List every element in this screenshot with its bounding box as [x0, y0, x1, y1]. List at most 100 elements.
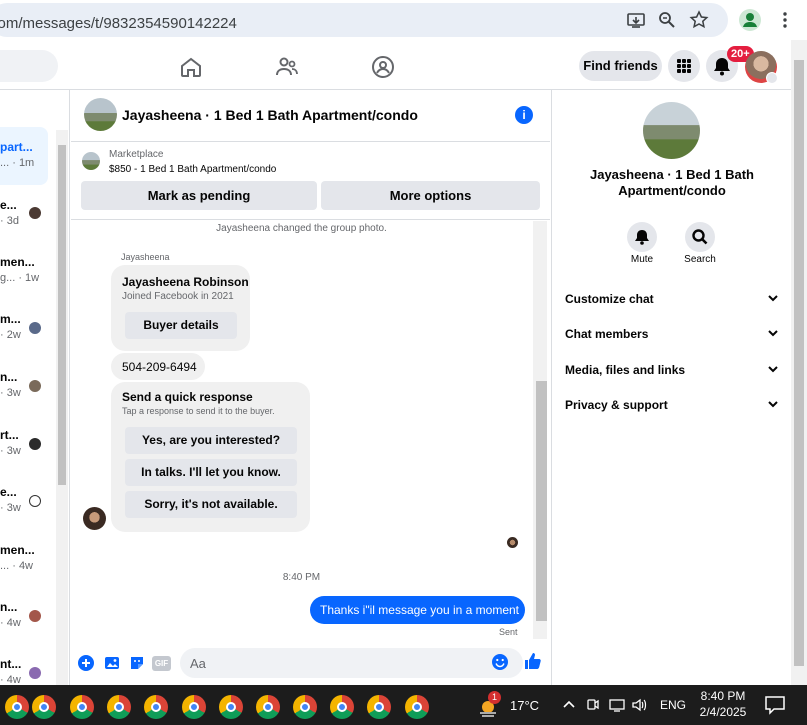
- chrome-taskbar-icon[interactable]: [405, 695, 429, 719]
- gif-button[interactable]: GIF: [152, 656, 171, 671]
- thread-title: n...: [0, 370, 18, 384]
- details-title: Jayasheena · 1 Bed 1 Bath Apartment/cond…: [589, 167, 755, 198]
- meet-now-icon[interactable]: [585, 697, 601, 713]
- menu-button[interactable]: [668, 50, 700, 82]
- thread-list-scroll-thumb[interactable]: [58, 145, 66, 485]
- message-list-scroll-thumb[interactable]: [536, 381, 547, 621]
- groups-icon[interactable]: [371, 55, 395, 79]
- input-language[interactable]: ENG: [660, 698, 686, 712]
- group-photo-large[interactable]: [643, 102, 700, 159]
- thread-item[interactable]: e... · 3d: [0, 198, 56, 258]
- message-input-placeholder: Aa: [190, 656, 206, 671]
- read-receipt-avatar: [507, 537, 518, 548]
- chrome-taskbar-icon[interactable]: [182, 695, 206, 719]
- thread-title: nt...: [0, 657, 22, 671]
- thread-item[interactable]: e... · 3w: [0, 485, 56, 545]
- find-friends-button[interactable]: Find friends: [579, 51, 662, 81]
- listing-description[interactable]: $850 - 1 Bed 1 Bath Apartment/condo: [109, 164, 276, 175]
- url-text[interactable]: com/messages/t/9832354590142224: [0, 15, 237, 32]
- friends-icon[interactable]: [275, 55, 299, 79]
- weather-widget[interactable]: 1: [476, 691, 502, 724]
- thumbs-up-icon[interactable]: [523, 651, 543, 671]
- privacy-support-section[interactable]: Privacy & support: [565, 396, 779, 416]
- quick-reply-not-available-button[interactable]: Sorry, it's not available.: [125, 491, 297, 518]
- listing-thumbnail[interactable]: [82, 152, 100, 170]
- thread-item[interactable]: part... ... · 1m: [0, 140, 56, 200]
- facebook-top-nav: Find friends 20+: [0, 40, 807, 90]
- chrome-taskbar-icon[interactable]: [219, 695, 243, 719]
- composer-bar: GIF Aa: [71, 645, 550, 685]
- temperature-text[interactable]: 17°C: [510, 698, 539, 713]
- thread-item[interactable]: rt... · 3w: [0, 428, 56, 488]
- message-input[interactable]: Aa: [180, 648, 523, 678]
- marketplace-banner: Marketplace $850 - 1 Bed 1 Bath Apartmen…: [71, 142, 550, 220]
- thread-item[interactable]: m... · 2w: [0, 312, 56, 372]
- chrome-taskbar-icon[interactable]: [144, 695, 168, 719]
- group-photo-avatar[interactable]: [84, 98, 117, 131]
- chrome-taskbar-icon[interactable]: [70, 695, 94, 719]
- install-app-icon[interactable]: [626, 10, 646, 30]
- zoom-icon[interactable]: [657, 10, 677, 30]
- thread-item[interactable]: n... · 4w: [0, 600, 56, 660]
- volume-icon[interactable]: [631, 697, 649, 713]
- chrome-center-dot: [412, 702, 422, 712]
- chrome-taskbar-icon[interactable]: [367, 695, 391, 719]
- thread-title: m...: [0, 312, 21, 326]
- info-icon[interactable]: i: [515, 106, 533, 124]
- thread-item[interactable]: men... ... · 4w: [0, 543, 56, 603]
- chrome-center-dot: [226, 702, 236, 712]
- buyer-details-button[interactable]: Buyer details: [125, 312, 237, 339]
- thread-meta: · 3w: [0, 387, 21, 399]
- profile-card-name: Jayasheena Robinson: [122, 275, 249, 289]
- search-button[interactable]: [685, 222, 715, 252]
- chevron-down-icon: [768, 366, 778, 373]
- clock-time: 8:40 PM: [700, 689, 746, 703]
- chrome-center-dot: [189, 702, 199, 712]
- plus-icon[interactable]: [77, 654, 95, 672]
- browser-menu-icon[interactable]: [775, 10, 795, 30]
- thread-read-avatar: [29, 610, 41, 622]
- chat-list-panel: part... ... · 1m e... · 3d men... g... ·…: [0, 90, 70, 686]
- thread-meta: · 2w: [0, 329, 21, 341]
- home-icon[interactable]: [179, 55, 203, 79]
- clock-date: 2/4/2025: [699, 705, 747, 719]
- quick-reply-interested-button[interactable]: Yes, are you interested?: [125, 427, 297, 454]
- chrome-taskbar-icon[interactable]: [32, 695, 56, 719]
- thread-read-avatar: [29, 322, 41, 334]
- address-bar[interactable]: com/messages/t/9832354590142224: [0, 3, 728, 37]
- taskbar-clock[interactable]: 8:40 PM 2/4/2025: [690, 688, 756, 720]
- chat-members-section[interactable]: Chat members: [565, 325, 779, 345]
- network-icon[interactable]: [608, 697, 626, 713]
- quick-reply-in-talks-button[interactable]: In talks. I'll let you know.: [125, 459, 297, 486]
- photo-icon[interactable]: [103, 654, 121, 672]
- browser-profile-icon[interactable]: [739, 9, 761, 31]
- chevron-up-icon[interactable]: [562, 698, 576, 710]
- chrome-center-dot: [263, 702, 273, 712]
- conversation-title[interactable]: Jayasheena · 1 Bed 1 Bath Apartment/cond…: [122, 107, 418, 123]
- thread-item[interactable]: n... · 3w: [0, 370, 56, 430]
- sticker-icon[interactable]: [128, 654, 146, 672]
- page-scroll-thumb[interactable]: [794, 60, 804, 666]
- chrome-taskbar-icon[interactable]: [256, 695, 280, 719]
- mute-button[interactable]: [627, 222, 657, 252]
- phone-bubble: 504-209-6494: [111, 353, 205, 380]
- more-options-button[interactable]: More options: [321, 181, 540, 210]
- thread-meta: · 3d: [0, 215, 19, 227]
- thread-title: e...: [0, 485, 17, 499]
- notification-center-icon[interactable]: [764, 695, 786, 715]
- customize-chat-section[interactable]: Customize chat: [565, 290, 779, 310]
- account-chevron-icon[interactable]: [766, 72, 778, 84]
- phone-number[interactable]: 504-209-6494: [122, 360, 197, 374]
- chrome-taskbar-icon[interactable]: [107, 695, 131, 719]
- sender-avatar[interactable]: [83, 507, 106, 530]
- thread-item[interactable]: men... g... · 1w: [0, 255, 56, 315]
- chrome-taskbar-icon[interactable]: [330, 695, 354, 719]
- chrome-taskbar-icon[interactable]: [5, 695, 29, 719]
- bookmark-star-icon[interactable]: [689, 10, 709, 30]
- emoji-icon[interactable]: [491, 653, 509, 671]
- thread-read-avatar: [29, 438, 41, 450]
- chrome-taskbar-icon[interactable]: [293, 695, 317, 719]
- mark-as-pending-button[interactable]: Mark as pending: [81, 181, 317, 210]
- media-files-links-section[interactable]: Media, files and links: [565, 361, 779, 381]
- facebook-search-input[interactable]: [0, 50, 58, 82]
